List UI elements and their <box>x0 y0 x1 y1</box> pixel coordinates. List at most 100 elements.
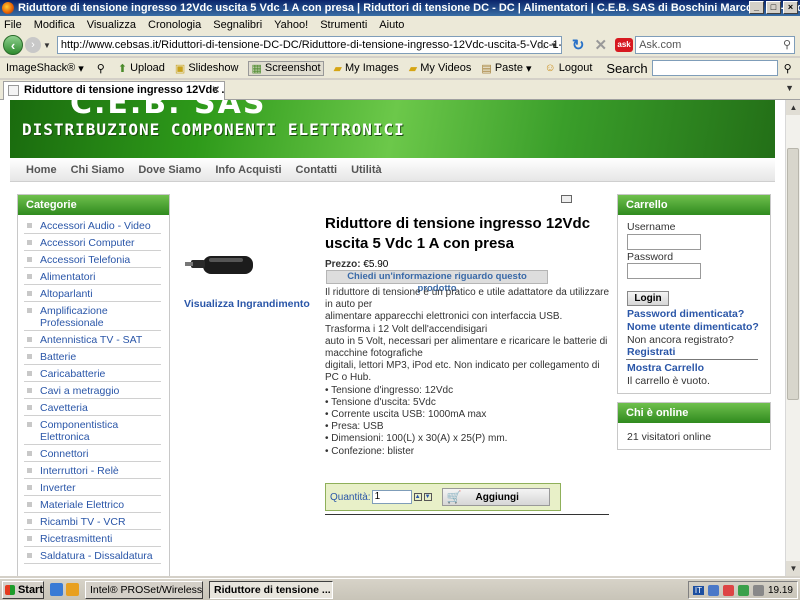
scroll-thumb[interactable] <box>787 148 799 400</box>
logout-button[interactable]: ☺ Logout <box>545 62 593 74</box>
stop-icon[interactable]: ✕ <box>595 36 608 54</box>
category-item[interactable]: Cavetteria <box>24 399 161 416</box>
reload-icon[interactable]: ↻ <box>572 36 585 54</box>
volume-icon[interactable] <box>752 584 764 596</box>
nav-home[interactable]: Home <box>26 164 57 176</box>
forward-button[interactable]: › <box>25 37 41 53</box>
upload-button[interactable]: ⬆ Upload <box>118 62 165 75</box>
quantity-up-icon[interactable]: ▲ <box>413 493 422 501</box>
nav-dove-siamo[interactable]: Dove Siamo <box>138 164 201 176</box>
menu-file[interactable]: File <box>4 19 22 31</box>
username-input[interactable] <box>627 234 701 250</box>
menu-visualizza[interactable]: Visualizza <box>87 19 136 31</box>
paste-button[interactable]: ▤ Paste ▾ <box>481 62 534 75</box>
menu-yahoo[interactable]: Yahoo! <box>274 19 308 31</box>
product-image[interactable] <box>185 250 255 278</box>
tab-active[interactable]: Riduttore di tensione ingresso 12Vdc ...… <box>3 81 225 100</box>
login-button[interactable]: Login <box>627 291 669 306</box>
ask-engine-icon[interactable]: ask <box>615 38 634 52</box>
menu-aiuto[interactable]: Aiuto <box>379 19 404 31</box>
forgot-username-link[interactable]: Nome utente dimenticato? <box>627 321 759 333</box>
search-icon[interactable]: ⚲ <box>783 37 791 53</box>
categories-list: Accessori Audio - Video Accessori Comput… <box>18 215 169 564</box>
close-button[interactable]: × <box>783 1 798 14</box>
category-item[interactable]: Saldatura - Dissaldatura <box>24 547 161 564</box>
nav-utilita[interactable]: Utilità <box>351 164 382 176</box>
cart-box: Carrello Username Password Login Passwor… <box>617 194 771 394</box>
quantity-down-icon[interactable]: ▼ <box>423 493 432 501</box>
network-icon[interactable] <box>707 584 719 596</box>
slideshow-label: Slideshow <box>188 62 239 74</box>
back-button[interactable]: ‹ <box>3 35 23 55</box>
pin-button[interactable]: ⚲ <box>97 62 108 75</box>
toolbar-search-input[interactable] <box>651 60 778 76</box>
register-link[interactable]: Registrati <box>627 346 675 358</box>
ask-info-button[interactable]: Chiedi un'informazione riguardo questo p… <box>326 270 548 294</box>
menu-segnalibri[interactable]: Segnalibri <box>213 19 262 31</box>
maximize-button[interactable]: □ <box>766 1 781 14</box>
quantity-label: Quantità: <box>330 491 371 503</box>
bookmark-star-icon[interactable]: ☆ <box>536 38 547 52</box>
show-cart-link[interactable]: Mostra Carrello <box>627 362 704 374</box>
tab-list-icon[interactable]: ▼ <box>785 83 794 93</box>
password-input[interactable] <box>627 263 701 279</box>
email-icon[interactable] <box>561 195 572 203</box>
start-button[interactable]: Start <box>2 580 44 599</box>
category-item[interactable]: Ricetrasmittenti <box>24 530 161 547</box>
url-bar[interactable]: http://www.cebsas.it/Riduttori-di-tensio… <box>56 36 562 54</box>
imageshack-menu[interactable]: ImageShack® ▾ <box>6 62 87 75</box>
category-item[interactable]: Caricabatterie <box>24 365 161 382</box>
quantity-input[interactable]: 1 <box>371 490 412 504</box>
forgot-password-link[interactable]: Password dimenticata? <box>627 308 744 320</box>
spec-line: • Tensione d'uscita: 5Vdc <box>325 396 436 408</box>
vertical-scrollbar[interactable]: ▲ ▼ <box>785 100 800 576</box>
slideshow-button[interactable]: ▣ Slideshow <box>175 62 239 75</box>
wireless-icon[interactable] <box>737 584 749 596</box>
menu-modifica[interactable]: Modifica <box>34 19 75 31</box>
nav-chi-siamo[interactable]: Chi Siamo <box>71 164 125 176</box>
category-item[interactable]: Materiale Elettrico <box>24 496 161 513</box>
firefox-icon[interactable] <box>66 583 79 596</box>
category-item[interactable]: Batterie <box>24 348 161 365</box>
category-item[interactable]: Ricambi TV - VCR <box>24 513 161 530</box>
category-item[interactable]: Amplificazione Professionale <box>24 302 161 331</box>
category-item[interactable]: Accessori Telefonia <box>24 251 161 268</box>
category-item[interactable]: Inverter <box>24 479 161 496</box>
screenshot-button[interactable]: ▦ Screenshot <box>248 60 324 76</box>
category-item[interactable]: Accessori Audio - Video <box>24 217 161 234</box>
site-nav: Home Chi Siamo Dove Siamo Info Acquisti … <box>10 158 775 182</box>
add-to-cart-button[interactable]: 🛒 Aggiungi <box>441 488 550 506</box>
scroll-down-icon[interactable]: ▼ <box>786 561 800 576</box>
ie-icon[interactable] <box>50 583 63 596</box>
search-engine-input[interactable]: Ask.com ⚲ <box>635 36 796 54</box>
history-dropdown-icon[interactable]: ▼ <box>43 41 51 50</box>
minimize-button[interactable]: _ <box>749 1 764 14</box>
product-title: Riduttore di tensione ingresso 12Vdc usc… <box>325 215 591 252</box>
category-item[interactable]: Componentistica Elettronica <box>24 416 161 445</box>
nav-info-acquisti[interactable]: Info Acquisti <box>215 164 281 176</box>
category-item[interactable]: Antennistica TV - SAT <box>24 331 161 348</box>
scroll-up-icon[interactable]: ▲ <box>786 100 800 115</box>
url-dropdown-icon[interactable]: ▼ <box>550 41 558 50</box>
antivirus-icon[interactable] <box>722 584 734 596</box>
enlarge-image-link[interactable]: Visualizza Ingrandimento <box>184 298 310 310</box>
category-item[interactable]: Alimentatori <box>24 268 161 285</box>
my-videos-button[interactable]: ▰ My Videos <box>409 62 472 75</box>
menu-cronologia[interactable]: Cronologia <box>148 19 201 31</box>
my-images-button[interactable]: ▰ My Images <box>334 62 399 75</box>
taskbar-item-wireless[interactable]: Intel® PROSet/Wireless ... <box>85 580 203 599</box>
taskbar-item-firefox[interactable]: Riduttore di tensione ... <box>209 580 333 599</box>
category-item[interactable]: Altoparlanti <box>24 285 161 302</box>
category-item[interactable]: Connettori <box>24 445 161 462</box>
category-item[interactable]: Accessori Computer <box>24 234 161 251</box>
menu-strumenti[interactable]: Strumenti <box>320 19 367 31</box>
nav-contatti[interactable]: Contatti <box>296 164 338 176</box>
language-icon[interactable]: IT <box>692 585 704 595</box>
site-logo[interactable]: C.E.B. SAS <box>70 100 266 121</box>
category-item[interactable]: Cavi a metraggio <box>24 382 161 399</box>
close-tab-icon[interactable]: ✕ <box>212 82 220 99</box>
search-icon[interactable]: ⚲ <box>784 62 792 75</box>
imageshack-toolbar: ImageShack® ▾ ⚲ ⬆ Upload ▣ Slideshow ▦ Scree… <box>0 58 800 78</box>
search-engine-placeholder: Ask.com <box>639 39 682 51</box>
category-item[interactable]: Interruttori - Relè <box>24 462 161 479</box>
